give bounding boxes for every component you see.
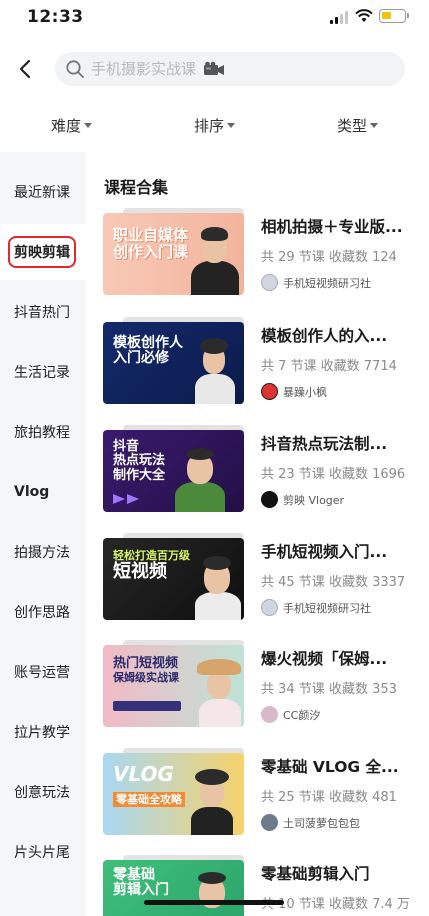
sidebar-item-label: Vlog bbox=[14, 484, 50, 500]
sidebar-item-label: 创作思路 bbox=[14, 605, 70, 621]
sidebar-item-life-record[interactable]: 生活记录 bbox=[0, 344, 86, 400]
avatar bbox=[261, 274, 278, 291]
course-card[interactable]: 轻松打造百万级 短视频 手机短视频入门... 共 45 节课 收藏数 3337 手… bbox=[103, 533, 423, 628]
course-title: 抖音热点玩法制... bbox=[261, 435, 388, 453]
battery-icon bbox=[379, 9, 409, 23]
sidebar-item-film-analysis[interactable]: 拉片教学 bbox=[0, 704, 86, 760]
course-card[interactable]: VLOG 零基础全攻略 零基础 VLOG 全... 共 25 节课 收藏数 481… bbox=[103, 748, 423, 843]
course-author[interactable]: 剪映 Vloger bbox=[261, 491, 344, 508]
course-author[interactable]: CC颜汐 bbox=[261, 706, 320, 723]
course-thumbnail: 零基础 剪辑入门 bbox=[103, 860, 244, 916]
filter-bar: 难度 排序 类型 bbox=[0, 104, 429, 146]
sidebar-item-creative-play[interactable]: 创意玩法 bbox=[0, 764, 86, 820]
avatar bbox=[261, 383, 278, 400]
course-author[interactable]: 暴躁小枫 bbox=[261, 383, 327, 400]
course-card[interactable]: 抖音 热点玩法 制作大全 抖音热点玩法制... 共 23 节课 收藏数 1696 剪… bbox=[103, 425, 423, 520]
course-card[interactable]: 模板创作人 入门必修 模板创作人的入... 共 7 节课 收藏数 7714 暴躁小… bbox=[103, 317, 423, 412]
sidebar-item-label: 拉片教学 bbox=[14, 725, 70, 741]
status-time: 12:33 bbox=[27, 7, 84, 27]
course-thumbnail: VLOG 零基础全攻略 bbox=[103, 753, 244, 835]
course-thumbnail: 模板创作人 入门必修 bbox=[103, 322, 244, 404]
filter-sort[interactable]: 排序 bbox=[143, 104, 286, 146]
avatar bbox=[261, 491, 278, 508]
course-card[interactable]: 热门短视频 保姆级实战课 爆火视频「保姆... 共 34 节课 收藏数 353 C… bbox=[103, 640, 423, 735]
course-title: 相机拍摄＋专业版... bbox=[261, 218, 403, 236]
author-name: 手机短视频研习社 bbox=[283, 601, 371, 615]
sidebar-item-label: 旅拍教程 bbox=[14, 425, 70, 441]
avatar bbox=[261, 599, 278, 616]
sidebar-item-intro-outro[interactable]: 片头片尾 bbox=[0, 824, 86, 880]
course-author[interactable]: 土司菠萝包包包 bbox=[261, 814, 360, 831]
filter-type[interactable]: 类型 bbox=[286, 104, 429, 146]
course-title: 零基础剪辑入门 bbox=[261, 865, 370, 883]
author-name: CC颜汐 bbox=[283, 708, 321, 722]
course-card[interactable]: 职业自媒体 创作入门课 相机拍摄＋专业版... 共 29 节课 收藏数 124 手… bbox=[103, 208, 423, 303]
author-name: 土司菠萝包包包 bbox=[283, 816, 360, 830]
sidebar-item-recent[interactable]: 最近新课 bbox=[0, 164, 86, 220]
wifi-icon bbox=[355, 9, 373, 22]
search-icon bbox=[66, 60, 84, 78]
sidebar-item-label: 剪映剪辑 bbox=[8, 236, 76, 268]
search-bar[interactable] bbox=[55, 52, 405, 86]
course-title: 爆火视频「保姆... bbox=[261, 650, 388, 668]
course-thumbnail: 轻松打造百万级 短视频 bbox=[103, 538, 244, 620]
status-bar: 12:33 bbox=[0, 0, 429, 40]
sidebar-item-label: 账号运营 bbox=[14, 665, 70, 681]
sidebar-item-capcut-editing[interactable]: 剪映剪辑 bbox=[0, 224, 86, 280]
section-title: 课程合集 bbox=[104, 178, 169, 197]
avatar bbox=[261, 814, 278, 831]
course-thumbnail: 抖音 热点玩法 制作大全 bbox=[103, 430, 244, 512]
back-button[interactable] bbox=[10, 54, 40, 84]
course-thumbnail: 热门短视频 保姆级实战课 bbox=[103, 645, 244, 727]
sidebar-item-vlog[interactable]: Vlog bbox=[0, 464, 86, 520]
caret-down-icon bbox=[227, 123, 235, 128]
course-title: 模板创作人的入... bbox=[261, 327, 388, 345]
filter-sort-label: 排序 bbox=[193, 116, 224, 135]
sidebar-item-creative-ideas[interactable]: 创作思路 bbox=[0, 584, 86, 640]
course-author[interactable]: 手机短视频研习社 bbox=[261, 599, 371, 616]
course-meta: 共 25 节课 收藏数 481 bbox=[261, 790, 397, 805]
category-sidebar: 最近新课 剪映剪辑 抖音热门 生活记录 旅拍教程 Vlog 拍摄方法 创作思路 … bbox=[0, 152, 86, 916]
course-title: 零基础 VLOG 全... bbox=[261, 758, 399, 776]
search-input[interactable] bbox=[91, 60, 201, 78]
course-card[interactable]: 零基础 剪辑入门 零基础剪辑入门 共 10 节课 收藏数 7.4 万 bbox=[103, 855, 423, 916]
sidebar-item-douyin-hot[interactable]: 抖音热门 bbox=[0, 284, 86, 340]
filter-difficulty-label: 难度 bbox=[50, 116, 81, 135]
course-thumbnail: 职业自媒体 创作入门课 bbox=[103, 213, 244, 295]
home-indicator[interactable] bbox=[144, 900, 284, 905]
course-author[interactable]: 手机短视频研习社 bbox=[261, 274, 371, 291]
sidebar-item-travel[interactable]: 旅拍教程 bbox=[0, 404, 86, 460]
sidebar-item-label: 拍摄方法 bbox=[14, 545, 70, 561]
sidebar-item-label: 创意玩法 bbox=[14, 785, 70, 801]
course-meta: 共 34 节课 收藏数 353 bbox=[261, 682, 397, 697]
signal-icon bbox=[330, 11, 348, 24]
sidebar-item-label: 抖音热门 bbox=[14, 305, 70, 321]
avatar bbox=[261, 706, 278, 723]
author-name: 手机短视频研习社 bbox=[283, 276, 371, 290]
filter-type-label: 类型 bbox=[336, 116, 367, 135]
chevron-left-icon bbox=[19, 59, 31, 79]
sidebar-item-label: 片头片尾 bbox=[14, 845, 70, 861]
sidebar-item-account-ops[interactable]: 账号运营 bbox=[0, 644, 86, 700]
sidebar-item-label: 生活记录 bbox=[14, 365, 70, 381]
course-meta: 共 7 节课 收藏数 7714 bbox=[261, 359, 397, 374]
caret-down-icon bbox=[370, 123, 378, 128]
author-name: 剪映 Vloger bbox=[283, 493, 345, 507]
course-meta: 共 45 节课 收藏数 3337 bbox=[261, 575, 406, 590]
course-title: 手机短视频入门... bbox=[261, 543, 388, 561]
sidebar-item-label: 最近新课 bbox=[14, 185, 70, 201]
video-camera-icon bbox=[204, 61, 224, 75]
course-meta: 共 29 节课 收藏数 124 bbox=[261, 250, 397, 265]
author-name: 暴躁小枫 bbox=[283, 385, 327, 399]
course-meta: 共 23 节课 收藏数 1696 bbox=[261, 467, 406, 482]
filter-difficulty[interactable]: 难度 bbox=[0, 104, 143, 146]
caret-down-icon bbox=[84, 123, 92, 128]
sidebar-item-shooting-methods[interactable]: 拍摄方法 bbox=[0, 524, 86, 580]
